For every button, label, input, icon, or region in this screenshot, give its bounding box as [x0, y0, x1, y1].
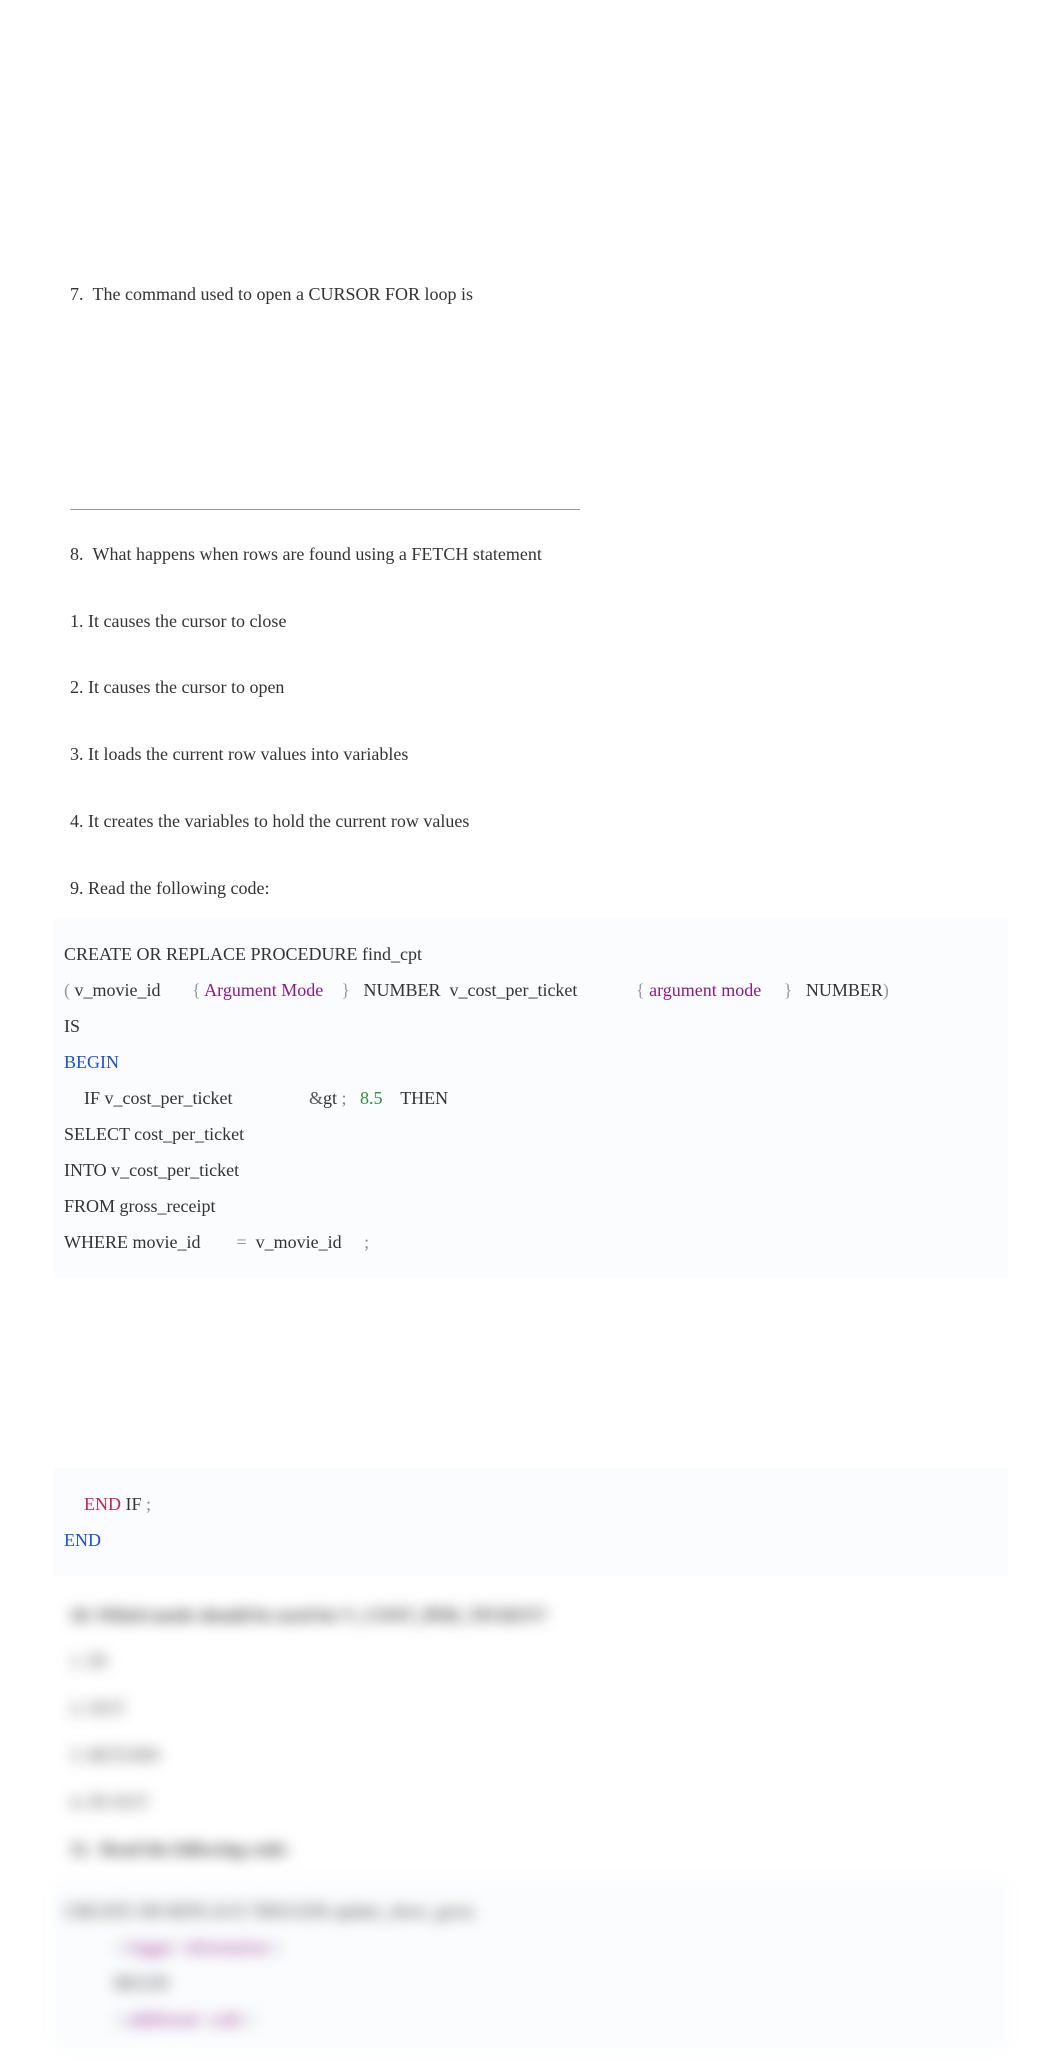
blur-option: 3. RETURN [70, 1741, 992, 1770]
blur-code-line: { trigger information } [64, 1929, 998, 1965]
code-line: INTO v_cost_per_ticket [64, 1152, 998, 1188]
code-line: IS [64, 1008, 998, 1044]
question-7: 7. The command used to open a CURSOR FOR… [70, 280, 992, 309]
question-8: 8. What happens when rows are found usin… [70, 540, 992, 569]
q8-option-4: 4. It creates the variables to hold the … [70, 807, 992, 836]
code-line: ( v_movie_id { Argument Mode } NUMBER v_… [64, 972, 998, 1008]
code-line: FROM gross_receipt [64, 1188, 998, 1224]
code-line-endif: END IF ; [64, 1486, 998, 1522]
q8-option-2: 2. It causes the cursor to open [70, 673, 992, 702]
q8-option-3: 3. It loads the current row values into … [70, 740, 992, 769]
answer-blank-line [70, 509, 580, 510]
code-block-1: CREATE OR REPLACE PROCEDURE find_cpt ( v… [54, 918, 1008, 1278]
blur-option: 4. IN OUT [70, 1788, 992, 1817]
q8-option-1: 1. It causes the cursor to close [70, 607, 992, 636]
blur-option: 2. OUT [70, 1694, 992, 1723]
page-break-gap [54, 1293, 1008, 1453]
blur-question-11: 11. Read the following code: [70, 1835, 992, 1864]
question-9: 9. Read the following code: [70, 874, 992, 903]
code-line: WHERE movie_id = v_movie_id ; [64, 1224, 998, 1260]
blur-code-line: BEGIN [64, 1965, 998, 2001]
blur-question-10: 10. Which mode should be used for V_COST… [70, 1601, 992, 1630]
blur-code-line: { additional code } [64, 2001, 998, 2037]
code-line-end: END [64, 1522, 998, 1558]
code-line: CREATE OR REPLACE PROCEDURE find_cpt [64, 936, 998, 972]
code-line-begin: BEGIN [64, 1044, 998, 1080]
blur-code-line: CREATE OR REPLACE TRIGGER update_show_gr… [64, 1893, 998, 1929]
code-line: SELECT cost_per_ticket [64, 1116, 998, 1152]
code-line: IF v_cost_per_ticket &gt ; 8.5 THEN [64, 1080, 998, 1116]
blur-option: 1. IN [70, 1647, 992, 1676]
blurred-content: 10. Which mode should be used for V_COST… [70, 1601, 992, 2050]
code-block-2: END IF ; END [54, 1468, 1008, 1576]
blur-code-block: CREATE OR REPLACE TRIGGER update_show_gr… [54, 1881, 1008, 2049]
